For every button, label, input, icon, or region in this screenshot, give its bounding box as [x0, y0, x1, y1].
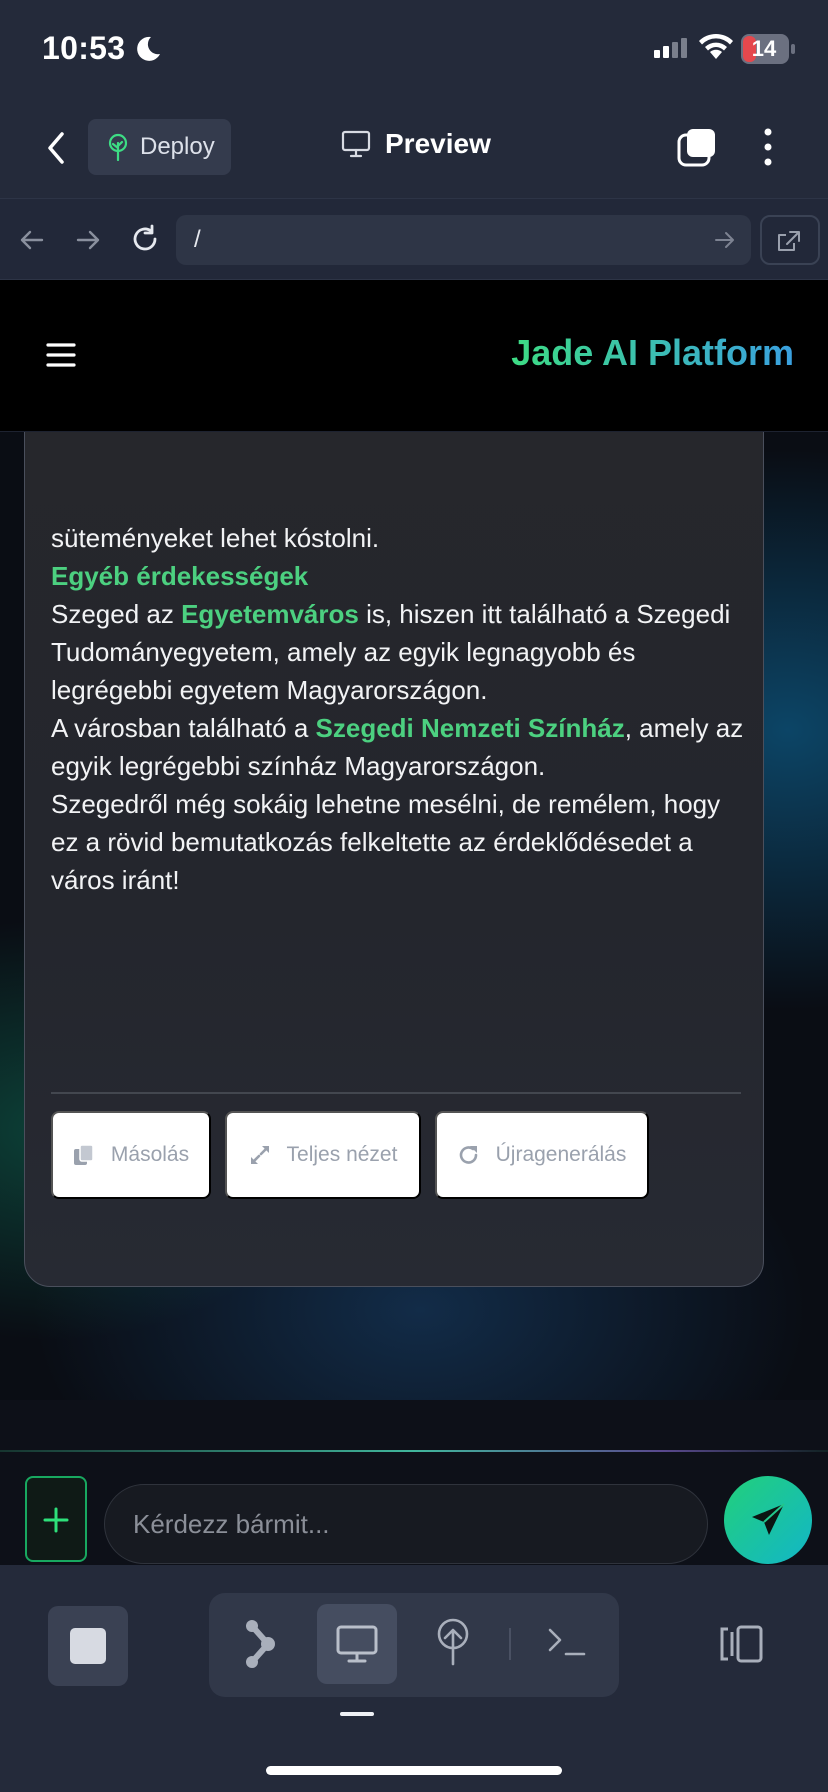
web-preview: Jade AI Platform süteményeket lehet kóst…	[0, 280, 828, 1565]
url-field[interactable]	[176, 215, 751, 265]
regenerate-button[interactable]: Újragenerálás	[435, 1111, 649, 1199]
assistant-message-card: süteményeket lehet kóstolni. Egyéb érdek…	[24, 360, 764, 1287]
stop-icon	[70, 1628, 106, 1664]
reload-icon[interactable]	[130, 224, 160, 254]
page-title: Preview	[341, 128, 491, 160]
status-time: 10:53	[42, 30, 126, 66]
fullscreen-button[interactable]: Teljes nézet	[225, 1111, 421, 1199]
deploy-button[interactable]: Deploy	[88, 119, 231, 175]
plus-icon	[43, 1507, 69, 1533]
agent-icon[interactable]	[240, 1616, 280, 1672]
divider	[509, 1628, 511, 1660]
brand-title[interactable]: Jade AI Platform	[511, 332, 794, 374]
message-paragraph: A városban található a Szegedi Nemzeti S…	[51, 709, 751, 785]
divider	[51, 1092, 741, 1094]
highlight: Egyetemváros	[181, 599, 359, 629]
regenerate-label: Újragenerálás	[495, 1143, 627, 1166]
sidebar-toggle-icon[interactable]	[716, 1624, 764, 1664]
composer-accent-line	[0, 1450, 828, 1452]
message-heading: Egyéb érdekességek	[51, 557, 751, 595]
monitor-icon	[336, 1625, 378, 1663]
signal-icon	[654, 38, 687, 58]
back-icon[interactable]	[42, 128, 70, 168]
battery-level: 14	[751, 36, 777, 61]
arrow-left-icon[interactable]	[18, 226, 46, 254]
deploy-icon[interactable]	[433, 1618, 473, 1666]
tree-icon	[108, 133, 128, 161]
arrow-right-icon[interactable]	[74, 226, 102, 254]
monitor-icon	[341, 130, 371, 158]
deploy-label: Deploy	[140, 133, 215, 160]
fullscreen-label: Teljes nézet	[286, 1143, 398, 1166]
text: Szegedről még sokáig lehetne mesélni, de…	[51, 789, 721, 895]
active-tab-indicator	[340, 1712, 374, 1716]
tabs-icon[interactable]	[676, 126, 718, 168]
highlight: Egyéb érdekességek	[51, 561, 309, 591]
text: A városban található a	[51, 713, 316, 743]
message-paragraph: Szegedről még sokáig lehetne mesélni, de…	[51, 785, 751, 899]
home-indicator[interactable]	[266, 1766, 562, 1775]
page-title-text: Preview	[385, 128, 491, 159]
hamburger-icon[interactable]	[46, 342, 76, 368]
text: Szeged az	[51, 599, 182, 629]
copy-button[interactable]: Másolás	[51, 1111, 211, 1199]
message-text: süteményeket lehet kóstolni. Egyéb érdek…	[51, 519, 751, 899]
wifi-icon	[699, 33, 733, 59]
expand-icon	[250, 1146, 269, 1164]
site-header: Jade AI Platform	[0, 280, 828, 432]
message-paragraph: süteményeket lehet kóstolni.	[51, 519, 751, 557]
terminal-icon[interactable]	[546, 1624, 586, 1660]
external-link-icon	[778, 231, 800, 251]
highlight: Szegedi Nemzeti Színház	[315, 713, 625, 743]
moon-icon	[137, 36, 160, 61]
more-vertical-icon[interactable]	[756, 126, 780, 168]
send-icon	[752, 1503, 785, 1535]
copy-label: Másolás	[110, 1143, 190, 1166]
url-go-icon[interactable]	[714, 229, 736, 251]
redo-icon	[459, 1146, 477, 1164]
text: süteményeket lehet kóstolni.	[51, 523, 380, 553]
chat-input[interactable]	[104, 1484, 708, 1564]
copy-icon	[73, 1144, 94, 1165]
message-paragraph: Szeged az Egyetemváros is, hiszen itt ta…	[51, 595, 751, 709]
